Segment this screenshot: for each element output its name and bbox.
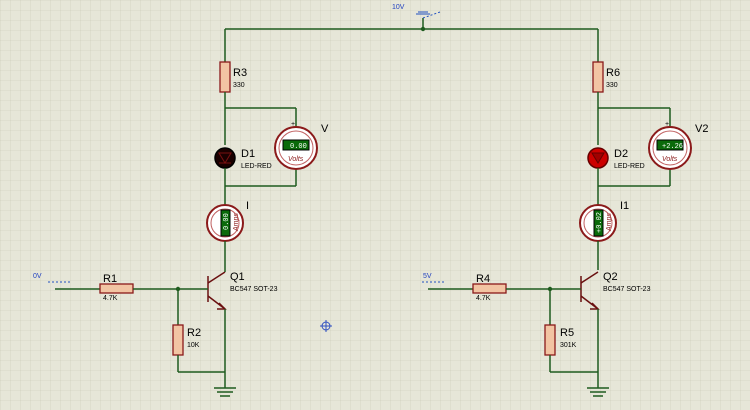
label-voltmeter-v2-name: V2	[695, 123, 708, 135]
voltmeter-v2-unit: Volts	[662, 156, 678, 163]
label-q1-type: BC547 SOT-23	[230, 286, 278, 293]
resistor-r2[interactable]	[172, 324, 184, 356]
label-r2-name: R2	[187, 327, 201, 339]
voltmeter-v2-reading: +2.26	[662, 143, 683, 151]
label-voltmeter-v-name: V	[321, 123, 329, 135]
ammeter-i1-unit: Amps	[606, 213, 613, 232]
label-ammeter-i-name: I	[246, 200, 249, 212]
label-q2-name: Q2	[603, 271, 618, 283]
voltmeter-v-reading: 0.00	[290, 143, 307, 151]
label-d1-type: LED-RED	[241, 163, 272, 170]
ammeter-i-reading: 0.00	[223, 213, 231, 230]
label-q2-type: BC547 SOT-23	[603, 286, 651, 293]
right-input-label: 5V	[423, 273, 432, 280]
svg-text:+: +	[291, 121, 295, 128]
label-r2-value: 10K	[187, 342, 200, 349]
resistor-r4[interactable]	[472, 283, 507, 294]
resistor-r1[interactable]	[99, 283, 134, 294]
label-r5-value: 301K	[560, 342, 577, 349]
label-d2-type: LED-RED	[614, 163, 645, 170]
led-d2[interactable]	[587, 147, 609, 169]
label-q1-name: Q1	[230, 271, 245, 283]
ammeter-i1[interactable]: +0.02 Amps	[579, 204, 617, 242]
label-r3-name: R3	[233, 67, 247, 79]
label-r4-name: R4	[476, 273, 490, 285]
resistor-r6[interactable]	[592, 61, 604, 93]
label-d1-name: D1	[241, 148, 255, 160]
left-input-label: 0V	[33, 273, 42, 280]
grid-background	[0, 0, 750, 410]
svg-text:+: +	[665, 121, 669, 128]
label-r6-value: 330	[606, 82, 618, 89]
led-d1[interactable]	[214, 147, 236, 169]
label-ammeter-i1-name: I1	[620, 200, 629, 212]
ammeter-i[interactable]: 0.00 Amps	[206, 204, 244, 242]
label-r1-name: R1	[103, 273, 117, 285]
label-d2-name: D2	[614, 148, 628, 160]
resistor-r3[interactable]	[219, 61, 231, 93]
label-r1-value: 4.7K	[103, 295, 118, 302]
label-r3-value: 330	[233, 82, 245, 89]
label-r6-name: R6	[606, 67, 620, 79]
supply-label: 10V	[392, 4, 405, 11]
schematic-canvas[interactable]: 10V 0.00 Volts + 0.00 Amps R3 330 D1 LED…	[0, 0, 750, 410]
label-r4-value: 4.7K	[476, 295, 491, 302]
label-r5-name: R5	[560, 327, 574, 339]
ammeter-i1-reading: +0.02	[596, 212, 604, 233]
ammeter-i-unit: Amps	[233, 213, 240, 232]
resistor-r5[interactable]	[544, 324, 556, 356]
voltmeter-v-unit: Volts	[288, 156, 304, 163]
